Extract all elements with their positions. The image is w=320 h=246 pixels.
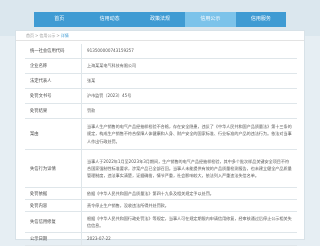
row-value-text: 当事人于2022年1月至2023年3月期间，生产销售的电气产品经抽样检验，其中多…: [87, 158, 292, 179]
nav-item-credit-services[interactable]: 信用服务: [236, 12, 286, 27]
row-value: 责令停止生产销售，没收违法所得并处罚款。: [87, 202, 169, 208]
breadcrumb-current: 详情: [60, 33, 69, 38]
nav-menu: 首页 信用动态 政策法规 信用公示 信用服务: [34, 12, 286, 27]
row-label: 处罚文书号: [25, 89, 82, 103]
nav-item-credit-disclosure[interactable]: 信用公示: [185, 12, 236, 27]
row-label: 处罚结果: [25, 104, 82, 118]
row-label: 失信行为详情: [25, 150, 82, 187]
row-label: 企业名称: [25, 59, 82, 73]
row-label: 处罚依据: [25, 188, 82, 199]
row-value: 罚款: [87, 108, 96, 114]
table-row: 失信信用修复 根据《中华人民共和国行政处罚法》等规定，当事人可在规定期限内申请信…: [25, 212, 297, 233]
divider: [16, 40, 304, 41]
row-value: 当事人于2022年1月至2023年3月期间，生产销售的电气产品经抽样检验，其中多…: [82, 150, 297, 187]
table-row: 处罚结果 罚款: [25, 104, 297, 119]
row-value: 根据《中华人民共和国行政处罚法》等规定，当事人可在规定期限内申请信用修复，经审核…: [82, 212, 297, 232]
row-label: 处罚内容: [25, 200, 82, 211]
table-row: 案由 当事人生产销售的电气产品经抽样检验不合格，存在安全隐患，违反了《中华人民共…: [25, 119, 297, 150]
row-value: 2023-07-22: [87, 236, 111, 242]
row-label: 统一社会信用代码: [25, 44, 82, 58]
row-value: 张某: [87, 78, 96, 84]
nav-item-policies[interactable]: 政策法规: [135, 12, 185, 27]
table-row: 统一社会信用代码 913500000743159257: [25, 44, 297, 59]
row-value: 913500000743159257: [87, 48, 134, 54]
row-value: 上海某某电气科技有限公司: [87, 63, 137, 69]
row-value: 当事人生产销售的电气产品经抽样检验不合格，存在安全隐患，违反了《中华人民共和国产…: [82, 119, 297, 149]
row-value-text: 当事人生产销售的电气产品经抽样检验不合格，存在安全隐患，违反了《中华人民共和国产…: [87, 124, 292, 144]
breadcrumb-section[interactable]: 信用公示: [39, 33, 55, 38]
breadcrumb-home[interactable]: 首页: [26, 33, 34, 38]
table-row: 处罚内容 责令停止生产销售，没收违法所得并处罚款。: [25, 200, 297, 212]
detail-panel: 首页>信用公示>详情 统一社会信用代码 913500000743159257 企…: [15, 30, 305, 246]
table-row: 失信行为详情 当事人于2022年1月至2023年3月期间，生产销售的电气产品经抽…: [25, 150, 297, 188]
row-label: 公示日期: [25, 233, 82, 245]
table-row: 处罚文书号 沪市监罚〔2023〕45号: [25, 89, 297, 104]
row-value: 沪市监罚〔2023〕45号: [87, 93, 132, 99]
nav-item-credit-news[interactable]: 信用动态: [84, 12, 134, 27]
row-value: 依据《中华人民共和国产品质量法》第四十九条及相关规定予以处罚。: [87, 190, 214, 196]
row-value-text: 根据《中华人民共和国行政处罚法》等规定，当事人可在规定期限内申请信用修复，经审核…: [87, 215, 292, 228]
breadcrumb: 首页>信用公示>详情: [26, 33, 69, 38]
row-label: 案由: [25, 119, 82, 149]
row-label: 失信信用修复: [25, 212, 82, 232]
table-row: 企业名称 上海某某电气科技有限公司: [25, 59, 297, 74]
row-label: 法定代表人: [25, 74, 82, 88]
table-row: 处罚依据 依据《中华人民共和国产品质量法》第四十九条及相关规定予以处罚。: [25, 188, 297, 200]
nav-item-home[interactable]: 首页: [34, 12, 84, 27]
detail-table: 统一社会信用代码 913500000743159257 企业名称 上海某某电气科…: [25, 44, 297, 246]
table-row: 法定代表人 张某: [25, 74, 297, 89]
